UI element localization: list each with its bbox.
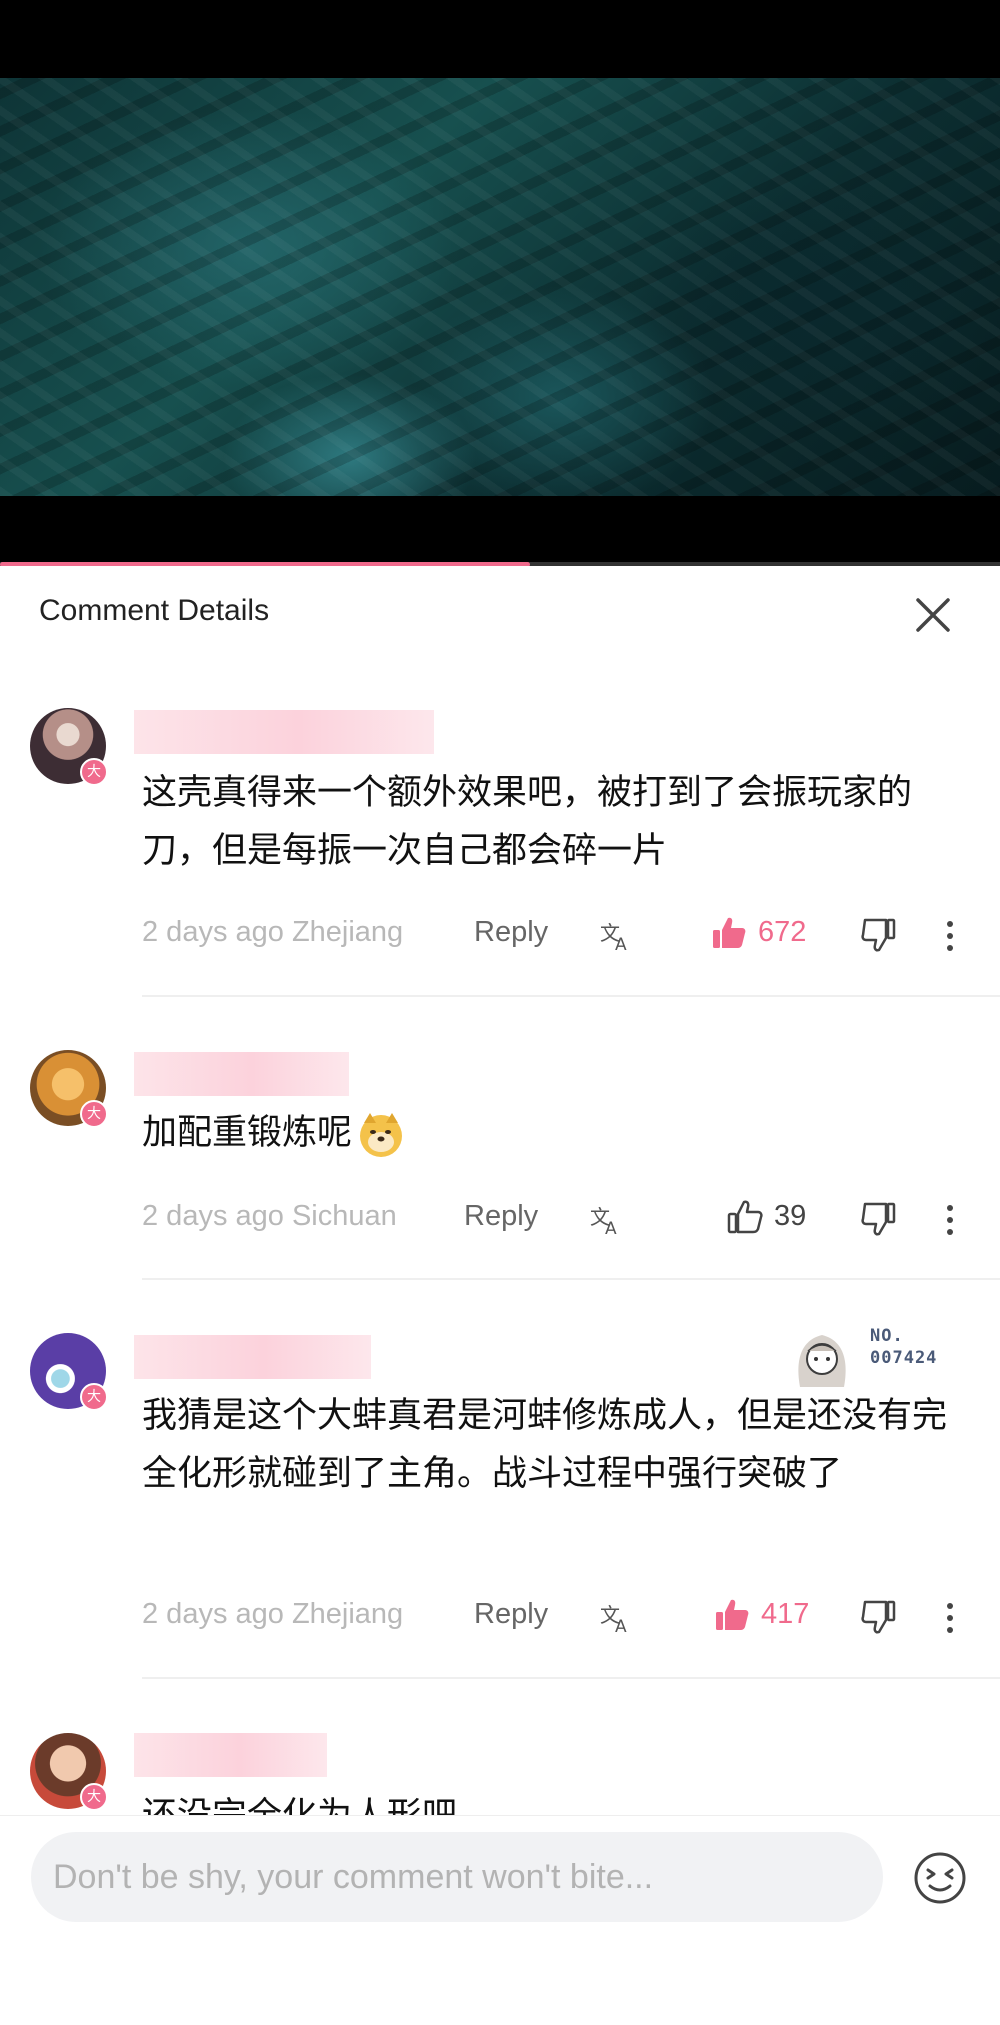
level-badge: 大 [80, 1783, 108, 1811]
like-count: 672 [758, 916, 807, 948]
comment-text: 这壳真得来一个额外效果吧，被打到了会振玩家的刀，但是每振一次自己都会碎一片 [142, 773, 913, 871]
level-badge: 大 [80, 1383, 108, 1411]
like-count: 417 [761, 1598, 810, 1630]
username[interactable] [134, 1052, 349, 1096]
translate-icon[interactable]: 文 A [588, 1202, 624, 1238]
comment-input[interactable] [31, 1832, 883, 1922]
reply-button[interactable]: Reply [474, 1598, 548, 1631]
comment-details-header: Comment Details [0, 568, 1000, 658]
reply-button[interactable]: Reply [464, 1200, 538, 1233]
emoji-icon[interactable] [912, 1850, 968, 1906]
comment-text: 我猜是这个大蚌真君是河蚌修炼成人，但是还没有完全化形就碰到了主角。战斗过程中强行… [142, 1396, 948, 1494]
level-badge: 大 [80, 1100, 108, 1128]
divider [142, 995, 1000, 997]
more-options-icon[interactable] [940, 1600, 960, 1636]
video-frame[interactable] [0, 78, 1000, 496]
comment-text: 加配重锻炼呢 [142, 1113, 353, 1153]
comment-actions: 2 days ago Zhejiang Reply 文 A 417 [142, 1598, 962, 1638]
divider [142, 1677, 1000, 1679]
video-progress-fill [0, 562, 530, 566]
close-icon[interactable] [908, 590, 958, 640]
level-badge: 大 [80, 758, 108, 786]
comment-input-bar [0, 1815, 1000, 2025]
svg-text:A: A [615, 935, 627, 954]
medal-number: NO. 007424 [870, 1325, 937, 1369]
comment-time-location: 2 days ago Sichuan [142, 1200, 397, 1232]
comment-text-row: 加配重锻炼呢 [142, 1104, 962, 1162]
thumbs-down-icon[interactable] [860, 1200, 898, 1238]
comment-actions: 2 days ago Sichuan Reply 文 A 39 [142, 1200, 962, 1240]
comment-time-location: 2 days ago Zhejiang [142, 1598, 404, 1630]
more-options-icon[interactable] [940, 918, 960, 954]
thumbs-down-icon[interactable] [860, 916, 898, 954]
like-count: 39 [774, 1200, 807, 1232]
video-player[interactable] [0, 0, 1000, 566]
reply-button[interactable]: Reply [474, 916, 548, 949]
thumbs-up-filled-icon [713, 917, 746, 948]
comment-actions: 2 days ago Zhejiang Reply 文 A 672 [142, 916, 962, 956]
username[interactable] [134, 1733, 327, 1777]
page-title: Comment Details [39, 594, 270, 627]
username[interactable] [134, 1335, 371, 1379]
thumbs-down-icon[interactable] [860, 1598, 898, 1636]
translate-icon[interactable]: 文 A [598, 1600, 634, 1636]
divider [142, 1278, 1000, 1280]
character-medal-icon [798, 1335, 846, 1387]
doge-emoji-icon [360, 1113, 403, 1157]
comment-item: 大 还没完全化为人形吧 [0, 1725, 1000, 1815]
comment-time-location: 2 days ago Zhejiang [142, 916, 404, 948]
video-progress-bar[interactable] [0, 562, 1000, 566]
medal-line-1: NO. [870, 1326, 904, 1346]
comment-text: 还没完全化为人形吧 [142, 1787, 962, 1815]
thumbs-up-filled-icon [716, 1599, 749, 1630]
thumbs-up-icon [727, 1200, 763, 1234]
svg-text:A: A [615, 1617, 627, 1636]
medal-line-2: 007424 [870, 1348, 938, 1368]
username[interactable] [134, 710, 434, 754]
translate-icon[interactable]: 文 A [598, 918, 634, 954]
svg-text:A: A [605, 1219, 617, 1238]
more-options-icon[interactable] [940, 1202, 960, 1238]
fan-medal: NO. 007424 [790, 1325, 970, 1395]
